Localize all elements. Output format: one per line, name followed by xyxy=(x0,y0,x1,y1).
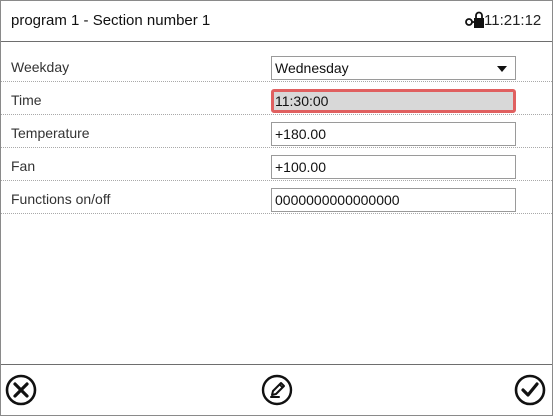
functions-field[interactable]: 0000000000000000 xyxy=(271,188,516,212)
checkmark-circle-icon xyxy=(514,374,546,406)
row-fan: Fan +100.00 xyxy=(1,151,552,181)
time-field[interactable]: 11:30:00 xyxy=(271,89,516,113)
program-editor-screen: program 1 - Section number 1 11:21:12 We… xyxy=(0,0,553,416)
row-time: Time 11:30:00 xyxy=(1,85,552,115)
time-value: 11:30:00 xyxy=(275,93,329,109)
key-lock-icon xyxy=(465,11,485,29)
temperature-value: +180.00 xyxy=(275,126,326,142)
title-bar: program 1 - Section number 1 11:21:12 xyxy=(1,1,552,42)
edit-button[interactable] xyxy=(260,373,294,407)
chevron-down-icon xyxy=(497,66,507,72)
functions-value: 0000000000000000 xyxy=(275,192,400,208)
weekday-value: Wednesday xyxy=(275,60,349,76)
page-title: program 1 - Section number 1 xyxy=(11,12,211,29)
footer-divider xyxy=(1,364,552,365)
temperature-field[interactable]: +180.00 xyxy=(271,122,516,146)
fan-value: +100.00 xyxy=(275,159,326,175)
clock-time: 11:21:12 xyxy=(484,12,542,29)
confirm-button[interactable] xyxy=(513,373,547,407)
cancel-button[interactable] xyxy=(4,373,38,407)
row-label: Weekday xyxy=(11,59,70,75)
weekday-dropdown[interactable]: Wednesday xyxy=(271,56,516,80)
close-circle-icon xyxy=(5,374,37,406)
pencil-edit-icon xyxy=(261,374,293,406)
row-weekday: Weekday Wednesday xyxy=(1,52,552,82)
row-functions: Functions on/off 0000000000000000 xyxy=(1,184,552,214)
row-label: Time xyxy=(11,92,42,108)
row-temperature: Temperature +180.00 xyxy=(1,118,552,148)
fan-field[interactable]: +100.00 xyxy=(271,155,516,179)
row-label: Temperature xyxy=(11,125,90,141)
row-label: Fan xyxy=(11,158,36,174)
row-label: Functions on/off xyxy=(11,191,111,207)
